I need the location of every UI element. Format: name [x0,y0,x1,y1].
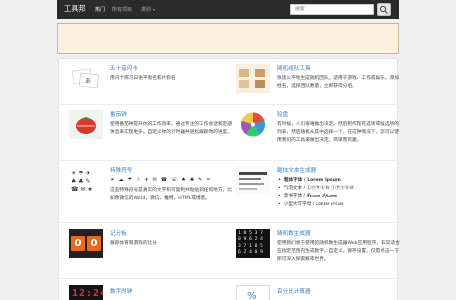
search-button[interactable] [377,3,391,16]
nav-link-all-projects[interactable]: 所有项目 [112,6,132,13]
tool-item-random-team[interactable]: 随机组队工具 快速公平地生成随机团队。适用于游戏、工作或娱乐。添加姓名，选择团队… [236,64,404,108]
nav-link-categories[interactable]: 类别 [141,6,156,13]
divider [58,222,398,223]
chevron-down-icon [153,8,156,11]
tool-item-wheel[interactable]: 轮盘 有时候，人们很难做出决定。然后制作现有选项或候选项的列表，然后随机从其中选… [236,110,404,154]
tool-title: 随机组队工具 [277,66,311,72]
ad-banner [57,23,399,54]
tool-item-special-symbols[interactable]: ☀ ☂ ✈ ♠ ♣ ✎ ☎ ✉ ★ 特殊符号 ☀ ☁ ☂ ☃ ✈ ✉ ☎ ☏ ♠ ♣… [69,166,237,220]
nav-link-categories-label: 类别 [141,7,152,13]
cool-text-thumbnail [236,166,270,195]
tool-title: 特殊符号 [110,168,133,174]
svg-text:%: % [247,291,257,300]
kana-flashcards-thumbnail: あ [69,64,103,93]
tool-description: 用闪卡练习日语平假名和片假名 [110,76,176,81]
random-team-thumbnail [236,64,270,93]
clock-readout: 12:24 [72,288,103,299]
text-style-list: 粗体字体 / Lorem Ipsum 气泡文本 / ⓁⓄⓇⒺⓂ ⒾⓅⓈⓊⓂ 草书… [277,177,354,209]
tool-title: 番茄钟 [110,112,127,118]
svg-text:♠ ♣ ✎: ♠ ♣ ✎ [71,178,91,185]
random-number-thumbnail: 1 8 5 3 7 0 9 6 2 4 3 7 1 8 5 6 2 4 0 9 [236,229,270,258]
svg-text:あ: あ [85,78,91,85]
search-icon [379,5,388,14]
svg-text:☎ ✉ ★: ☎ ✉ ★ [71,186,93,193]
brand-logo[interactable]: 工具邦 [64,4,86,14]
symbol-sample: ☀ ☁ ☂ ☃ ✈ ✉ ☎ ☏ ♠ ♣ ✎ ✂ [110,177,212,183]
number-row: 6 2 4 0 9 [238,250,263,256]
tool-item-scoreboard[interactable]: 0 0 记分板 跟踪体育和游戏的比分 [69,229,237,273]
percentage-calculator-thumbnail: % [236,285,270,300]
wheel-thumbnail [236,110,270,139]
tool-description: 使用我们易于使用的随机数生成器Web应用程序，非常适合在指定范围内生成数字。自定… [277,241,400,262]
score-digit: 0 [87,236,101,251]
tool-description: 有时候，人们很难做出决定。然后制作现有选项或候选项的列表，然后随机从其中选择一个… [277,122,399,143]
divider [58,278,398,279]
tool-title: 百分比计算器 [277,289,311,295]
tool-item-random-number[interactable]: 1 8 5 3 7 0 9 6 2 4 3 7 1 8 5 6 2 4 0 9 … [236,229,404,277]
special-symbols-thumbnail: ☀ ☂ ✈ ♠ ♣ ✎ ☎ ✉ ★ [69,166,103,195]
tool-title: 酷炫文本生成器 [277,168,317,174]
divider [58,160,398,161]
text-style-item: 气泡文本 / ⓁⓄⓇⒺⓂ ⒾⓅⓈⓊⓂ [277,185,354,193]
nav-link-hot[interactable]: 热门 [95,6,105,13]
pomodoro-thumbnail [69,110,103,139]
tool-description: 这些特殊符号是真实的文字和可复制并粘贴到任何地方，比如像微信的Word，微信，推… [110,188,232,201]
score-digit: 0 [71,236,85,251]
top-navbar: 工具邦 热门 所有项目 类别 [57,0,399,19]
scoreboard-thumbnail: 0 0 [69,229,103,258]
tool-description: 使用番茄钟提升你的工作效率。通过专注的工作会话和定期休息来实现更多。自定义你的计… [110,122,232,135]
tool-item-percentage-calculator[interactable]: % 百分比计算器 [236,285,404,300]
tool-item-kana-flashcards[interactable]: あ 五十音闪卡 用闪卡练习日语平假名和片假名 [69,64,237,108]
digital-clock-thumbnail: 12:24 [69,285,103,300]
svg-text:☀ ☂ ✈: ☀ ☂ ✈ [71,170,91,177]
tool-title: 五十音闪卡 [110,66,138,72]
text-style-item: 粗体字体 / Lorem Ipsum [277,177,354,185]
tool-description: 跟踪体育和游戏的比分 [110,241,157,246]
tool-title: 记分板 [110,231,127,237]
tool-item-pomodoro[interactable]: 番茄钟 使用番茄钟提升你的工作效率。通过专注的工作会话和定期休息来实现更多。自定… [69,110,237,154]
tool-title: 数字时钟 [110,289,133,295]
tool-title: 随机数生成器 [277,231,311,237]
tool-title: 轮盘 [277,112,289,118]
text-style-item: 小型大写字母 / ʟᴏʀᴇᴍ ɪᴘsᴜᴍ [277,201,354,209]
text-style-item: 草书字体 / 𝓛𝓸𝓻𝓮𝓶 𝓘𝓹𝓼𝓾𝓶 [277,193,354,201]
tool-description: 快速公平地生成随机团队。适用于游戏、工作或娱乐。添加姓名，选择团队数量，立即获得… [277,76,399,89]
search-input[interactable] [290,4,374,15]
tool-item-cool-text[interactable]: 酷炫文本生成器 粗体字体 / Lorem Ipsum 气泡文本 / ⓁⓄⓇⒺⓂ … [236,166,404,220]
tool-item-digital-clock[interactable]: 12:24 数字时钟 [69,285,237,300]
